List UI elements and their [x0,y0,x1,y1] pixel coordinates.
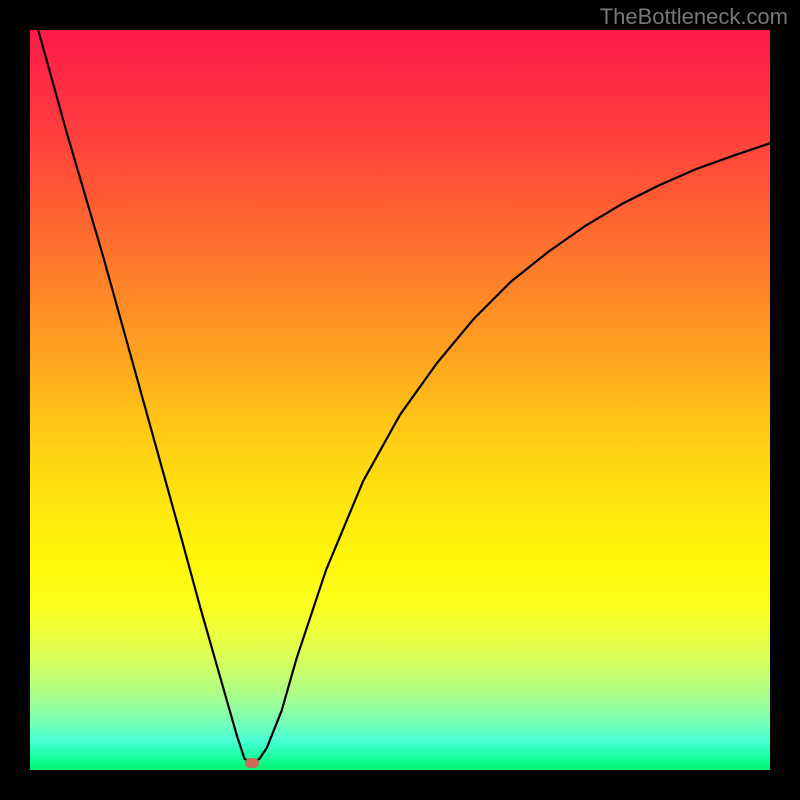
plot-area [30,30,770,770]
bottleneck-curve [30,30,770,763]
curve-layer [30,30,770,770]
optimum-marker [245,758,259,768]
watermark-text: TheBottleneck.com [600,4,788,30]
chart-container: TheBottleneck.com [0,0,800,800]
